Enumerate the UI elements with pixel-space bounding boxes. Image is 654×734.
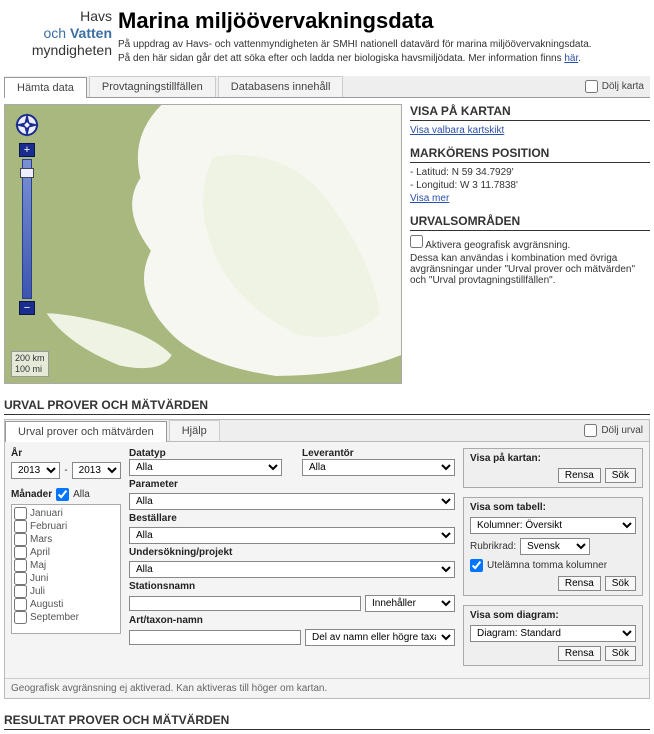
geo-filter-note: Geografisk avgränsning ej aktiverad. Kan… [5, 678, 649, 698]
longitude-value: - Longitud: W 3 11.7838' [410, 180, 650, 191]
parameter-label: Parameter [129, 479, 455, 490]
marker-position-heading: MARKÖRENS POSITION [410, 146, 650, 163]
zoom-thumb[interactable] [20, 168, 34, 178]
month-option[interactable]: Juli [14, 585, 118, 598]
month-option[interactable]: Juni [14, 572, 118, 585]
tab-fetch-data[interactable]: Hämta data [4, 77, 87, 98]
hide-filter-label: Dölj urval [601, 425, 643, 436]
months-all-label: Alla [73, 489, 90, 500]
zoom-out-button[interactable]: − [19, 301, 35, 315]
hide-filter-checkbox[interactable] [584, 424, 597, 437]
month-option[interactable]: Januari [14, 507, 118, 520]
table-clear-button[interactable]: Rensa [558, 576, 601, 591]
compass-icon[interactable] [13, 111, 41, 139]
year-to-select[interactable]: 2013 [72, 462, 121, 479]
taxon-label: Art/taxon-namn [129, 615, 455, 626]
parameter-select[interactable]: Alla [129, 493, 455, 510]
diagram-select[interactable]: Diagram: Standard [470, 625, 636, 642]
supplier-select[interactable]: Alla [302, 459, 455, 476]
months-list[interactable]: Januari Februari Mars April Maj Juni Jul… [11, 504, 121, 634]
geo-filter-desc: Dessa kan användas i kombination med övr… [410, 253, 650, 286]
map[interactable]: + − 200 km 100 mi [4, 104, 402, 384]
orderer-label: Beställare [129, 513, 455, 524]
diagram-search-button[interactable]: Sök [605, 646, 636, 661]
filter-tab-main[interactable]: Urval prover och mätvärden [5, 421, 167, 442]
datatype-select[interactable]: Alla [129, 459, 282, 476]
month-checkbox[interactable] [14, 533, 27, 546]
taxon-input[interactable] [129, 630, 301, 645]
zoom-control: + − [19, 143, 35, 315]
month-option[interactable]: April [14, 546, 118, 559]
month-checkbox[interactable] [14, 546, 27, 559]
supplier-label: Leverantör [302, 448, 354, 459]
month-option[interactable]: September [14, 611, 118, 624]
month-checkbox[interactable] [14, 520, 27, 533]
enable-geo-filter-checkbox[interactable] [410, 235, 423, 248]
month-checkbox[interactable] [14, 507, 27, 520]
map-search-button[interactable]: Sök [605, 468, 636, 483]
taxon-match-select[interactable]: Del av namn eller högre taxa [305, 629, 455, 646]
year-label: År [11, 448, 121, 459]
columns-select[interactable]: Kolumner: Översikt [470, 517, 636, 534]
zoom-slider[interactable] [22, 159, 32, 299]
show-table-heading: Visa som tabell: [470, 502, 546, 513]
project-select[interactable]: Alla [129, 561, 455, 578]
months-label: Månader [11, 489, 52, 500]
enable-geo-filter-label: Aktivera geografisk avgränsning. [425, 240, 570, 251]
months-all-checkbox[interactable] [56, 488, 69, 501]
month-checkbox[interactable] [14, 572, 27, 585]
tab-sampling[interactable]: Provtagningstillfällen [89, 76, 216, 97]
hide-map-checkbox[interactable] [585, 80, 598, 93]
filter-tab-help[interactable]: Hjälp [169, 420, 220, 441]
main-tabs: Hämta data Provtagningstillfällen Databa… [4, 76, 650, 98]
agency-logo: Havs och Vatten myndigheten [10, 8, 118, 66]
latitude-value: - Latitud: N 59 34.7929' [410, 167, 650, 178]
station-match-select[interactable]: Innehåller [365, 595, 455, 612]
show-layers-link[interactable]: Visa valbara kartskikt [410, 125, 504, 136]
diagram-clear-button[interactable]: Rensa [558, 646, 601, 661]
section-result-heading: RESULTAT PROVER OCH MÄTVÄRDEN [4, 713, 650, 730]
station-input[interactable] [129, 596, 361, 611]
show-more-link[interactable]: Visa mer [410, 193, 449, 204]
month-checkbox[interactable] [14, 585, 27, 598]
orderer-select[interactable]: Alla [129, 527, 455, 544]
hide-map-label: Dölj karta [602, 81, 644, 92]
page-title: Marina miljöövervakningsdata [118, 8, 644, 34]
info-link[interactable]: här [564, 53, 578, 64]
omit-empty-label: Utelämna tomma kolumner [487, 560, 607, 571]
month-checkbox[interactable] [14, 598, 27, 611]
datatype-label: Datatyp [129, 448, 166, 459]
month-checkbox[interactable] [14, 559, 27, 572]
map-clear-button[interactable]: Rensa [558, 468, 601, 483]
header-row-label: Rubrikrad: [470, 541, 516, 552]
month-option[interactable]: Februari [14, 520, 118, 533]
header-lang-select[interactable]: Svensk [520, 538, 590, 555]
tab-db-content[interactable]: Databasens innehåll [218, 76, 344, 97]
section-filter-heading: URVAL PROVER OCH MÄTVÄRDEN [4, 398, 650, 415]
year-from-select[interactable]: 2013 [11, 462, 60, 479]
intro-line-2: På den här sidan går det att söka efter … [118, 52, 644, 66]
month-option[interactable]: Maj [14, 559, 118, 572]
map-graphic [5, 105, 401, 384]
show-map-heading: Visa på kartan: [470, 453, 541, 464]
month-checkbox[interactable] [14, 611, 27, 624]
intro-line-1: På uppdrag av Havs- och vattenmyndighete… [118, 38, 644, 52]
month-option[interactable]: Mars [14, 533, 118, 546]
selection-areas-heading: URVALSOMRÅDEN [410, 214, 650, 231]
show-diagram-heading: Visa som diagram: [470, 610, 559, 621]
map-scale: 200 km 100 mi [11, 351, 49, 377]
zoom-in-button[interactable]: + [19, 143, 35, 157]
month-option[interactable]: Augusti [14, 598, 118, 611]
project-label: Undersökning/projekt [129, 547, 455, 558]
omit-empty-checkbox[interactable] [470, 559, 483, 572]
station-label: Stationsnamn [129, 581, 455, 592]
table-search-button[interactable]: Sök [605, 576, 636, 591]
show-on-map-heading: VISA PÅ KARTAN [410, 104, 650, 121]
